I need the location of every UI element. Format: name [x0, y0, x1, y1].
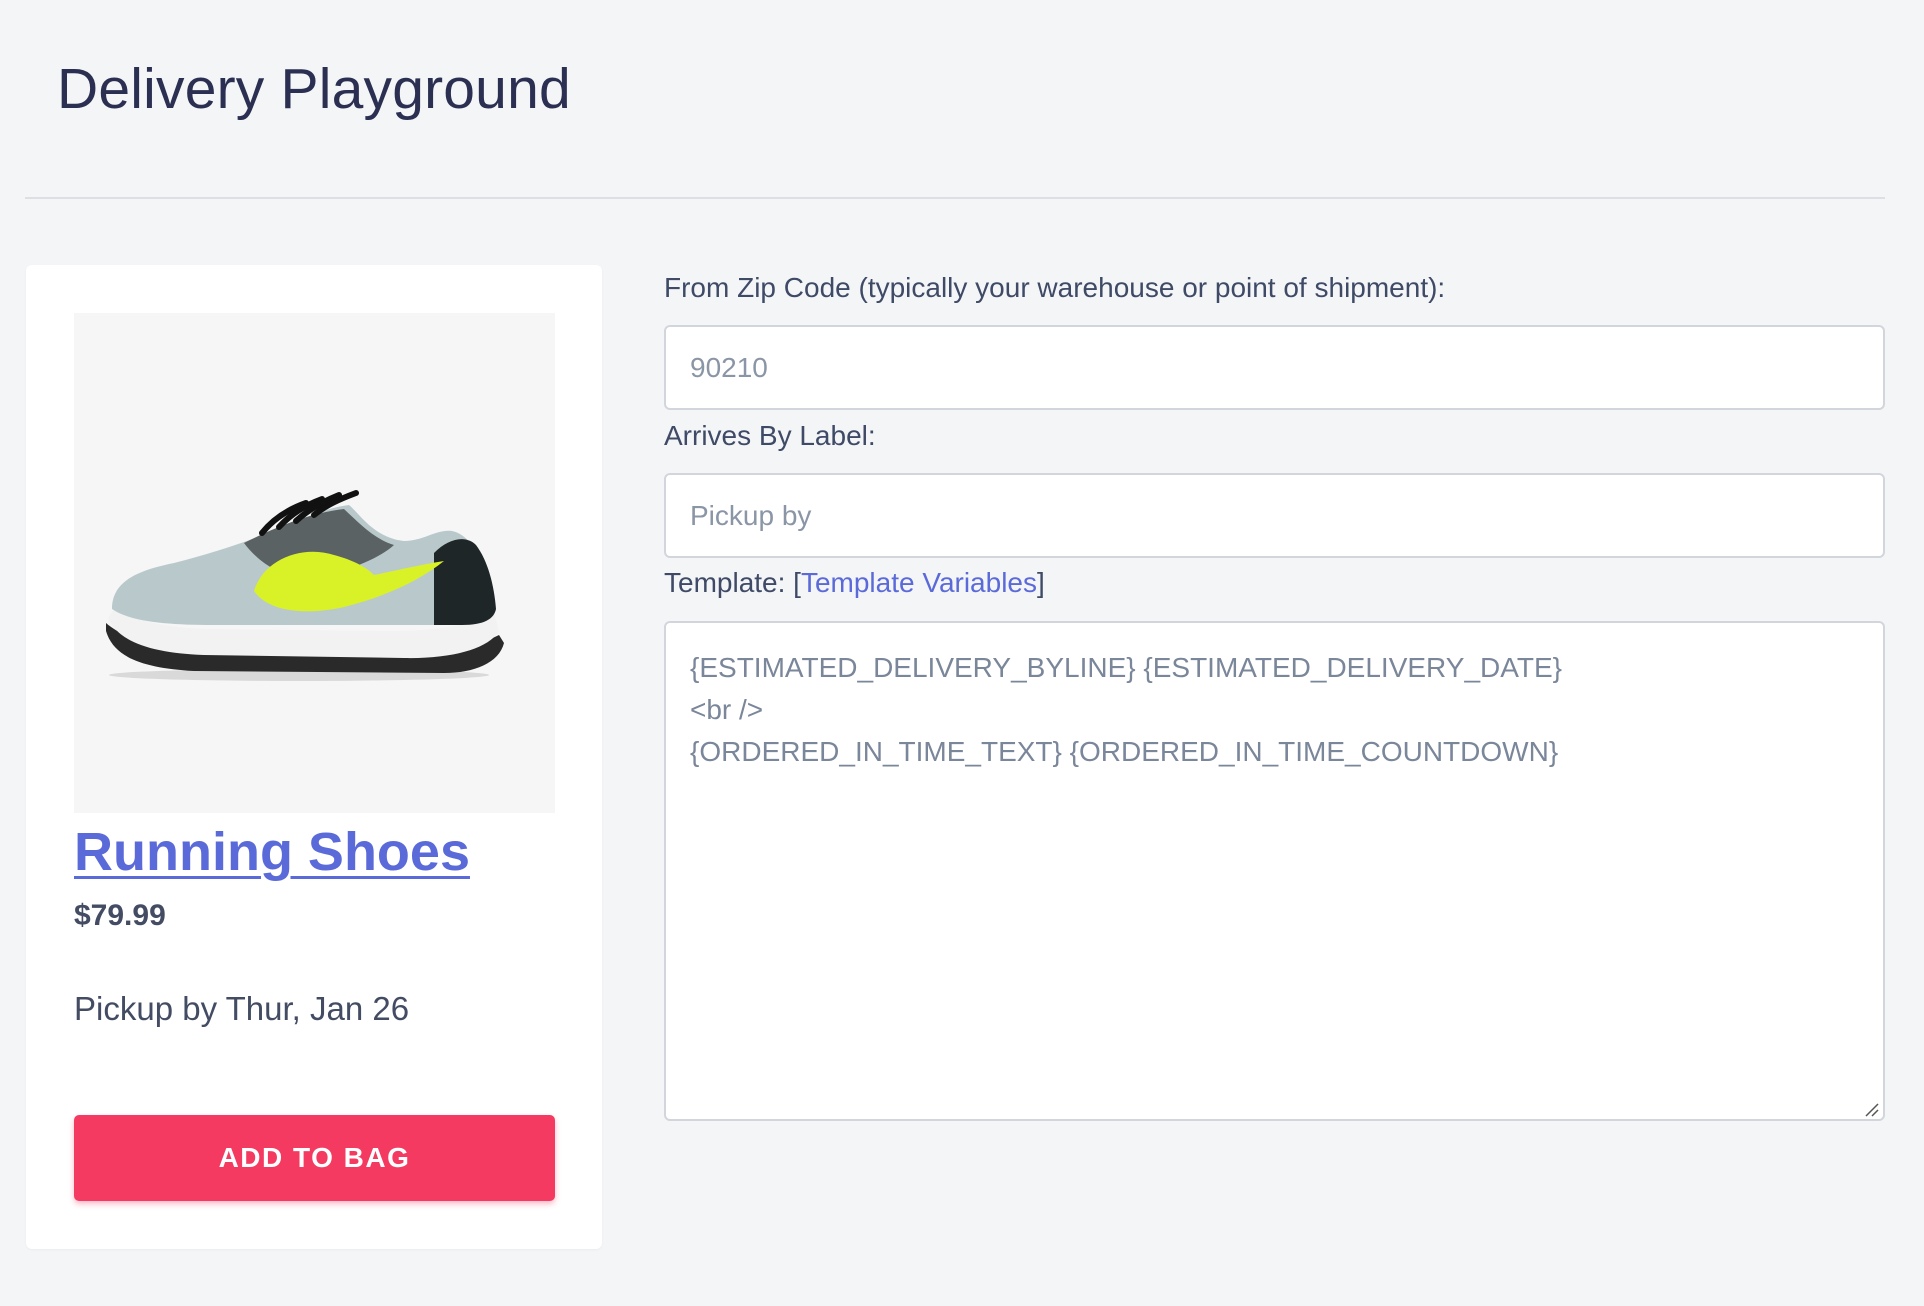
shoe-icon: [106, 490, 504, 681]
product-card: Running Shoes $79.99 Pickup by Thur, Jan…: [26, 265, 602, 1249]
template-label: Template: [Template Variables]: [664, 567, 1045, 599]
product-name-link[interactable]: Running Shoes: [74, 821, 470, 883]
zip-code-label: From Zip Code (typically your warehouse …: [664, 272, 1446, 303]
page: Delivery Playground Running Shoes $79.99…: [0, 0, 1924, 1306]
arrives-by-label: Arrives By Label:: [664, 420, 876, 451]
zip-code-input[interactable]: [664, 325, 1885, 410]
arrives-by-input[interactable]: [664, 473, 1885, 558]
header-divider: [25, 197, 1885, 199]
product-price: $79.99: [74, 899, 166, 932]
template-label-prefix: Template: [: [664, 567, 801, 598]
add-to-bag-button[interactable]: ADD TO BAG: [74, 1115, 555, 1201]
template-variables-link[interactable]: Template Variables: [801, 567, 1037, 598]
shoe-image[interactable]: [74, 313, 555, 813]
page-title: Delivery Playground: [57, 57, 571, 121]
template-textarea[interactable]: {ESTIMATED_DELIVERY_BYLINE} {ESTIMATED_D…: [664, 621, 1885, 1121]
resize-handle-icon[interactable]: [1862, 1100, 1880, 1118]
delivery-estimate-text: Pickup by Thur, Jan 26: [74, 990, 410, 1027]
template-label-suffix: ]: [1037, 567, 1045, 598]
